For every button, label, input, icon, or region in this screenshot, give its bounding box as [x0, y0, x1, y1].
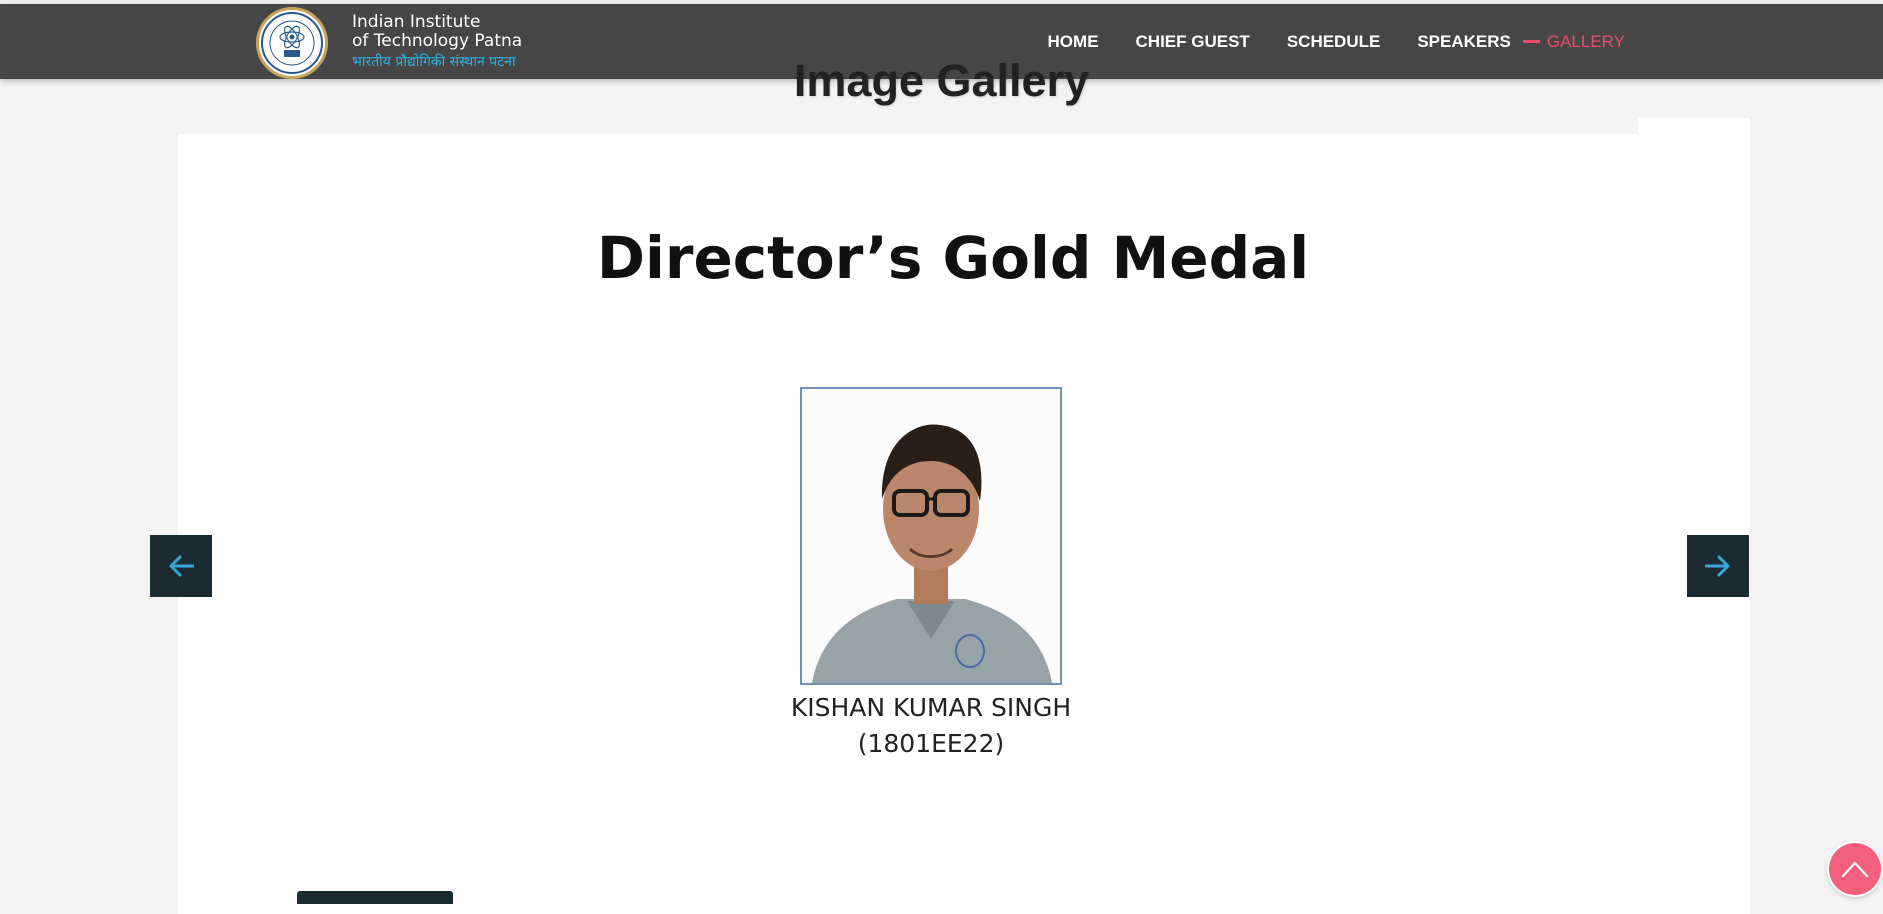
institute-name-line2: of Technology Patna: [352, 31, 523, 51]
prev-slide-button[interactable]: [150, 535, 212, 597]
student-name: KISHAN KUMAR SINGH: [790, 693, 1072, 722]
arrow-right-icon: [1705, 555, 1730, 577]
nav-chief-guest[interactable]: CHIEF GUEST: [1136, 32, 1250, 52]
institute-name-line1: Indian Institute: [352, 12, 481, 32]
nav-schedule[interactable]: SCHEDULE: [1287, 32, 1381, 52]
chevron-up-icon: [1841, 861, 1869, 878]
nav-speakers[interactable]: SPEAKERS: [1417, 32, 1511, 52]
page-title: Image Gallery: [793, 55, 1090, 106]
next-slide-button[interactable]: [1687, 535, 1749, 597]
student-caption: KISHAN KUMAR SINGH (1801EE22): [753, 690, 1109, 762]
person-portrait-icon: [802, 389, 1060, 683]
student-roll-number: (1801EE22): [857, 729, 1005, 758]
active-indicator: [1522, 40, 1540, 43]
student-photo: [800, 387, 1062, 685]
partial-button[interactable]: [297, 891, 453, 904]
slide-heading: Director’s Gold Medal: [596, 224, 1310, 292]
gallery-slide: Director’s Gold Medal KISHAN KUMAR SINGH…: [178, 134, 1750, 914]
arrow-left-icon: [169, 555, 194, 577]
nav-home[interactable]: HOME: [1048, 32, 1099, 52]
nav-gallery[interactable]: GALLERY: [1547, 32, 1625, 52]
scroll-to-top-button[interactable]: [1829, 843, 1881, 895]
